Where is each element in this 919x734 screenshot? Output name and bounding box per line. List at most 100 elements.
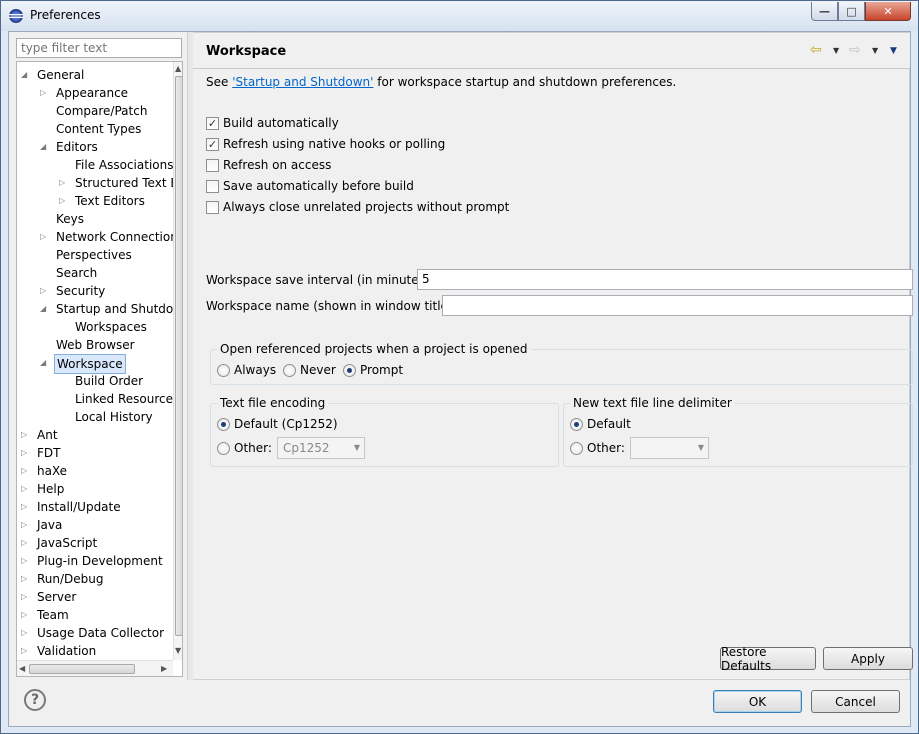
chevron-down-icon: ▼	[697, 443, 704, 452]
apply-button[interactable]: Apply	[823, 647, 913, 670]
tree-item-label: Local History	[75, 410, 153, 424]
collapsed-twisty-icon[interactable]: ▷	[21, 534, 29, 552]
tree-item-label: Team	[37, 608, 69, 622]
radio-indicator[interactable]	[570, 441, 583, 455]
radio-indicator[interactable]	[283, 363, 296, 377]
scroll-down-icon[interactable]: ▼	[175, 646, 181, 655]
workspace-name-input[interactable]	[442, 295, 913, 316]
tree-vertical-scrollbar[interactable]: ▲ ▼	[173, 62, 182, 660]
workspace-checkbox[interactable]: Always close unrelated projects without …	[206, 199, 509, 215]
checkbox-unchecked-icon[interactable]	[206, 179, 219, 193]
collapsed-twisty-icon[interactable]: ▷	[59, 174, 67, 192]
open-referenced-radio[interactable]: Never	[283, 362, 336, 378]
tree-horizontal-scrollbar[interactable]: ◀ ▶	[17, 660, 173, 676]
encoding-other-combo[interactable]: Cp1252 ▼	[277, 437, 365, 459]
maximize-button[interactable]: □	[838, 2, 865, 21]
collapsed-twisty-icon[interactable]: ▷	[21, 444, 29, 462]
tree-item-label: File Associations	[75, 158, 174, 172]
open-referenced-radio[interactable]: Always	[217, 362, 276, 378]
encoding-other-radio[interactable]: Other:	[217, 440, 272, 456]
tree-item-label: FDT	[37, 446, 61, 460]
checkbox-checked-icon[interactable]: ✓	[206, 137, 219, 151]
tree-item-label: Workspace	[54, 354, 126, 374]
collapsed-twisty-icon[interactable]: ▷	[21, 606, 29, 624]
tree-item-label: Compare/Patch	[56, 104, 148, 118]
checkbox-unchecked-icon[interactable]	[206, 200, 219, 214]
tree-vertical-scroll-thumb[interactable]	[175, 76, 182, 636]
page-title: Workspace	[206, 44, 287, 59]
collapsed-twisty-icon[interactable]: ▷	[40, 282, 48, 300]
delimiter-other-radio[interactable]: Other:	[570, 440, 625, 456]
minimize-button[interactable]: —	[811, 2, 838, 21]
title-bar[interactable]: Preferences — □ ✕	[1, 1, 918, 31]
preferences-window: Preferences — □ ✕ ◢ General ▷ Appearance Com…	[0, 0, 919, 734]
see-prefix: See	[206, 75, 233, 89]
collapsed-twisty-icon[interactable]: ▷	[21, 516, 29, 534]
scroll-left-icon[interactable]: ◀	[19, 664, 25, 673]
save-interval-input[interactable]: 5	[417, 269, 913, 290]
workspace-checkbox[interactable]: ✓ Build automatically	[206, 115, 339, 131]
startup-shutdown-link[interactable]: 'Startup and Shutdown'	[232, 75, 373, 89]
startup-link-line: See 'Startup and Shutdown' for workspace…	[206, 75, 676, 89]
collapsed-twisty-icon[interactable]: ▷	[21, 588, 29, 606]
expanded-twisty-icon[interactable]: ◢	[40, 354, 48, 372]
help-icon[interactable]: ?	[24, 689, 46, 711]
line-delimiter-title: New text file line delimiter	[570, 396, 735, 410]
tree-item-label: Plug-in Development	[37, 554, 163, 568]
cancel-button[interactable]: Cancel	[811, 690, 900, 713]
open-referenced-radio[interactable]: Prompt	[343, 362, 403, 378]
view-menu-icon[interactable]: ▼	[890, 46, 897, 56]
checkbox-checked-icon[interactable]: ✓	[206, 116, 219, 130]
workspace-checkbox[interactable]: Save automatically before build	[206, 178, 414, 194]
checkbox-unchecked-icon[interactable]	[206, 158, 219, 172]
delimiter-default-radio[interactable]: Default	[570, 416, 631, 432]
collapsed-twisty-icon[interactable]: ▷	[21, 624, 29, 642]
collapsed-twisty-icon[interactable]: ▷	[21, 462, 29, 480]
radio-indicator[interactable]	[570, 417, 583, 431]
tree-item-label: Network Connection	[56, 230, 178, 244]
see-suffix: for workspace startup and shutdown prefe…	[373, 75, 677, 89]
collapsed-twisty-icon[interactable]: ▷	[21, 570, 29, 588]
restore-defaults-button[interactable]: Restore Defaults	[720, 645, 816, 673]
workspace-name-label: Workspace name (shown in window title):	[206, 299, 457, 313]
collapsed-twisty-icon[interactable]: ▷	[21, 552, 29, 570]
scroll-up-icon[interactable]: ▲	[175, 64, 181, 73]
collapsed-twisty-icon[interactable]: ▷	[40, 228, 48, 246]
collapsed-twisty-icon[interactable]: ▷	[40, 84, 48, 102]
tree-item-label: Workspaces	[75, 320, 147, 334]
collapsed-twisty-icon[interactable]: ▷	[21, 480, 29, 498]
tree-item-label: Search	[56, 266, 98, 280]
scroll-right-icon[interactable]: ▶	[161, 664, 167, 673]
radio-indicator[interactable]	[343, 363, 356, 377]
collapsed-twisty-icon[interactable]: ▷	[21, 426, 29, 444]
radio-indicator[interactable]	[217, 441, 230, 455]
close-button[interactable]: ✕	[865, 2, 911, 21]
radio-label: Prompt	[360, 363, 404, 377]
tree-item-label: Keys	[56, 212, 85, 226]
expanded-twisty-icon[interactable]: ◢	[21, 66, 29, 84]
back-arrow-icon[interactable]: ⇦	[810, 42, 822, 58]
preference-tree: ◢ General ▷ Appearance Compare/Patch Content …	[16, 61, 183, 677]
checkbox-label: Refresh on access	[223, 158, 332, 172]
tree-item-label: Validation	[37, 644, 97, 658]
workspace-checkbox[interactable]: Refresh on access	[206, 157, 331, 173]
forward-history-dropdown-icon[interactable]: ▼	[872, 46, 878, 55]
delimiter-other-combo[interactable]: ▼	[630, 437, 709, 459]
chevron-down-icon: ▼	[353, 443, 360, 452]
tree-horizontal-scroll-thumb[interactable]	[29, 664, 135, 674]
radio-indicator[interactable]	[217, 363, 230, 377]
back-history-dropdown-icon[interactable]: ▼	[833, 46, 839, 55]
ok-button[interactable]: OK	[713, 690, 802, 713]
radio-indicator[interactable]	[217, 417, 230, 431]
collapsed-twisty-icon[interactable]: ▷	[21, 642, 29, 660]
forward-arrow-icon[interactable]: ⇨	[849, 42, 861, 58]
collapsed-twisty-icon[interactable]: ▷	[21, 498, 29, 516]
tree-item-label: Appearance	[56, 86, 129, 100]
collapsed-twisty-icon[interactable]: ▷	[59, 192, 67, 210]
expanded-twisty-icon[interactable]: ◢	[40, 300, 48, 318]
expanded-twisty-icon[interactable]: ◢	[40, 138, 48, 156]
workspace-checkbox[interactable]: ✓ Refresh using native hooks or polling	[206, 136, 445, 152]
encoding-default-radio[interactable]: Default (Cp1252)	[217, 416, 338, 432]
filter-input[interactable]	[16, 38, 182, 58]
radio-label: Never	[300, 363, 336, 377]
